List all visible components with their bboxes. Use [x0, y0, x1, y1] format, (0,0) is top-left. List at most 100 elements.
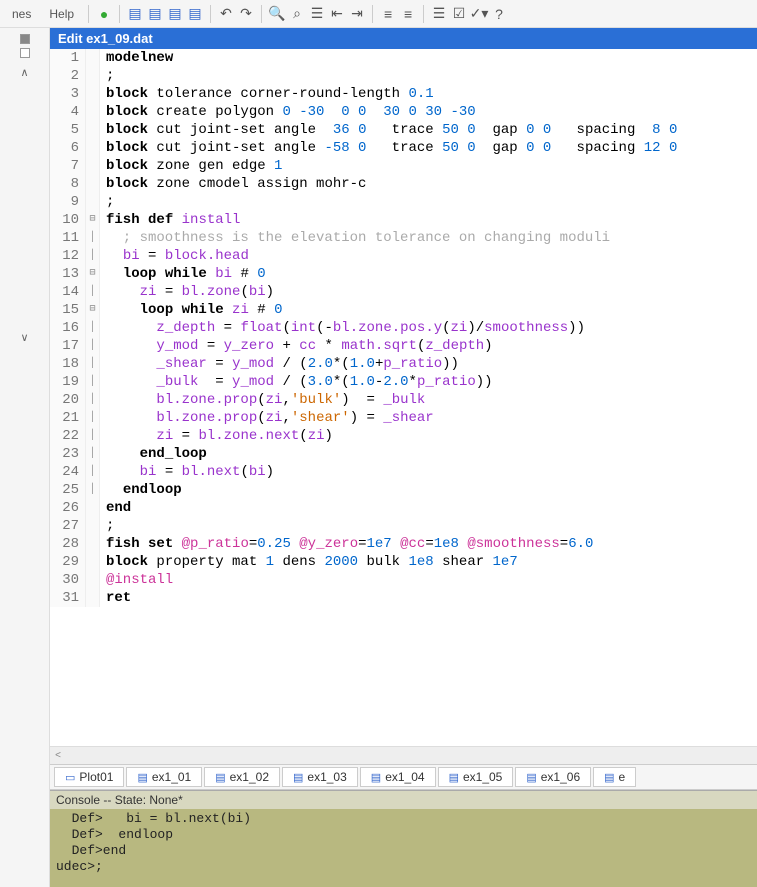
code-line[interactable]: 31 ret	[50, 589, 757, 607]
marker-square[interactable]	[20, 48, 30, 58]
tab-file[interactable]: ▤ex1_02	[204, 767, 280, 787]
code-text[interactable]: modelnew	[100, 49, 173, 67]
code-line[interactable]: 29 block property mat 1 dens 2000 bulk 1…	[50, 553, 757, 571]
fold-marker[interactable]: ⊟	[86, 265, 100, 283]
tab-file[interactable]: ▤ex1_04	[360, 767, 436, 787]
code-text[interactable]: bi = block.head	[100, 247, 249, 265]
code-line[interactable]: 28 fish set @p_ratio=0.25 @y_zero=1e7 @c…	[50, 535, 757, 553]
undo-icon[interactable]: ↶	[217, 5, 235, 23]
fold-marker[interactable]: │	[86, 481, 100, 499]
indent-icon[interactable]: ⇥	[348, 5, 366, 23]
code-line[interactable]: 14│ zi = bl.zone(bi)	[50, 283, 757, 301]
code-line[interactable]: 11│ ; smoothness is the elevation tolera…	[50, 229, 757, 247]
code-line[interactable]: 19│ _bulk = y_mod / (3.0*(1.0-2.0*p_rati…	[50, 373, 757, 391]
tab-file[interactable]: ▤ex1_06	[515, 767, 591, 787]
bookmark-icon[interactable]: ☰	[308, 5, 326, 23]
tab-file[interactable]: ▤ex1_05	[438, 767, 514, 787]
code-text[interactable]: block cut joint-set angle 36 0 trace 50 …	[100, 121, 677, 139]
tab-file[interactable]: ▤e	[593, 767, 636, 787]
code-text[interactable]: zi = bl.zone.next(zi)	[100, 427, 333, 445]
code-text[interactable]: loop while bi # 0	[100, 265, 266, 283]
down-arrow-icon[interactable]: ∨	[20, 331, 28, 344]
doc-check-icon[interactable]: ▤	[186, 5, 204, 23]
list-icon[interactable]: ☰	[430, 5, 448, 23]
doc-copy-icon[interactable]: ▤	[146, 5, 164, 23]
code-text[interactable]: ;	[100, 193, 123, 211]
code-line[interactable]: 7 block zone gen edge 1	[50, 157, 757, 175]
code-line[interactable]: 20│ bl.zone.prop(zi,'bulk') = _bulk	[50, 391, 757, 409]
scroll-left-icon[interactable]: <	[50, 750, 66, 761]
code-line[interactable]: 18│ _shear = y_mod / (2.0*(1.0+p_ratio))	[50, 355, 757, 373]
code-text[interactable]: block zone cmodel assign mohr-c	[100, 175, 366, 193]
code-text[interactable]: block tolerance corner-round-length 0.1	[100, 85, 434, 103]
fold-marker[interactable]: │	[86, 409, 100, 427]
replace-icon[interactable]: ⌕	[288, 5, 306, 23]
code-line[interactable]: 16│ z_depth = float(int(-bl.zone.pos.y(z…	[50, 319, 757, 337]
align-right-icon[interactable]: ≡	[399, 5, 417, 23]
code-line[interactable]: 15⊟ loop while zi # 0	[50, 301, 757, 319]
fold-marker[interactable]: │	[86, 373, 100, 391]
code-text[interactable]: end	[100, 499, 131, 517]
code-line[interactable]: 1 modelnew	[50, 49, 757, 67]
menu-help[interactable]: Help	[41, 5, 82, 23]
fold-marker[interactable]: │	[86, 229, 100, 247]
fold-marker[interactable]: │	[86, 319, 100, 337]
find-icon[interactable]: 🔍	[268, 5, 286, 23]
code-line[interactable]: 5 block cut joint-set angle 36 0 trace 5…	[50, 121, 757, 139]
console[interactable]: Def> bi = bl.next(bi) Def> endloop Def>e…	[50, 809, 757, 887]
run-icon[interactable]: ●	[95, 5, 113, 23]
menu-panes[interactable]: nes	[4, 5, 39, 23]
code-line[interactable]: 13⊟ loop while bi # 0	[50, 265, 757, 283]
code-line[interactable]: 9 ;	[50, 193, 757, 211]
code-line[interactable]: 4 block create polygon 0 -30 0 0 30 0 30…	[50, 103, 757, 121]
code-line[interactable]: 30 @install	[50, 571, 757, 589]
checkbox-icon[interactable]: ☑	[450, 5, 468, 23]
fold-marker[interactable]: │	[86, 247, 100, 265]
code-line[interactable]: 6 block cut joint-set angle -58 0 trace …	[50, 139, 757, 157]
fold-marker[interactable]: │	[86, 337, 100, 355]
marker-square[interactable]	[20, 34, 30, 44]
code-text[interactable]: bl.zone.prop(zi,'shear') = _shear	[100, 409, 434, 427]
tab-plot[interactable]: ▭Plot01	[54, 767, 124, 787]
code-text[interactable]: ;	[100, 67, 123, 85]
up-arrow-icon[interactable]: ∧	[20, 66, 28, 79]
code-text[interactable]: ret	[100, 589, 131, 607]
fold-marker[interactable]: │	[86, 391, 100, 409]
code-text[interactable]: z_depth = float(int(-bl.zone.pos.y(zi)/s…	[100, 319, 585, 337]
code-line[interactable]: 2 ;	[50, 67, 757, 85]
code-line[interactable]: 24│ bi = bl.next(bi)	[50, 463, 757, 481]
outdent-icon[interactable]: ⇤	[328, 5, 346, 23]
code-text[interactable]: _bulk = y_mod / (3.0*(1.0-2.0*p_ratio))	[100, 373, 493, 391]
code-text[interactable]: _shear = y_mod / (2.0*(1.0+p_ratio))	[100, 355, 459, 373]
code-line[interactable]: 21│ bl.zone.prop(zi,'shear') = _shear	[50, 409, 757, 427]
code-line[interactable]: 12│ bi = block.head	[50, 247, 757, 265]
doc-list-icon[interactable]: ▤	[166, 5, 184, 23]
code-text[interactable]: end_loop	[100, 445, 207, 463]
code-text[interactable]: loop while zi # 0	[100, 301, 282, 319]
tab-file[interactable]: ▤ex1_01	[126, 767, 202, 787]
code-text[interactable]: bi = bl.next(bi)	[100, 463, 274, 481]
code-editor[interactable]: 1 modelnew2 ; 3 block tolerance corner-r…	[50, 49, 757, 746]
fold-marker[interactable]: ⊟	[86, 211, 100, 229]
code-text[interactable]: block create polygon 0 -30 0 0 30 0 30 -…	[100, 103, 476, 121]
check-icon[interactable]: ✓▾	[470, 5, 488, 23]
code-line[interactable]: 23│ end_loop	[50, 445, 757, 463]
code-text[interactable]: bl.zone.prop(zi,'bulk') = _bulk	[100, 391, 425, 409]
align-left-icon[interactable]: ≡	[379, 5, 397, 23]
fold-marker[interactable]: │	[86, 355, 100, 373]
doc-icon[interactable]: ▤	[126, 5, 144, 23]
code-line[interactable]: 3 block tolerance corner-round-length 0.…	[50, 85, 757, 103]
help-icon[interactable]: ?	[490, 5, 508, 23]
code-line[interactable]: 10⊟fish def install	[50, 211, 757, 229]
fold-marker[interactable]: ⊟	[86, 301, 100, 319]
fold-marker[interactable]: │	[86, 445, 100, 463]
code-line[interactable]: 26 end	[50, 499, 757, 517]
redo-icon[interactable]: ↷	[237, 5, 255, 23]
code-line[interactable]: 8 block zone cmodel assign mohr-c	[50, 175, 757, 193]
code-text[interactable]: y_mod = y_zero + cc * math.sqrt(z_depth)	[100, 337, 493, 355]
fold-marker[interactable]: │	[86, 427, 100, 445]
code-line[interactable]: 25│ endloop	[50, 481, 757, 499]
tab-file[interactable]: ▤ex1_03	[282, 767, 358, 787]
code-text[interactable]: fish set @p_ratio=0.25 @y_zero=1e7 @cc=1…	[100, 535, 593, 553]
code-line[interactable]: 27 ;	[50, 517, 757, 535]
